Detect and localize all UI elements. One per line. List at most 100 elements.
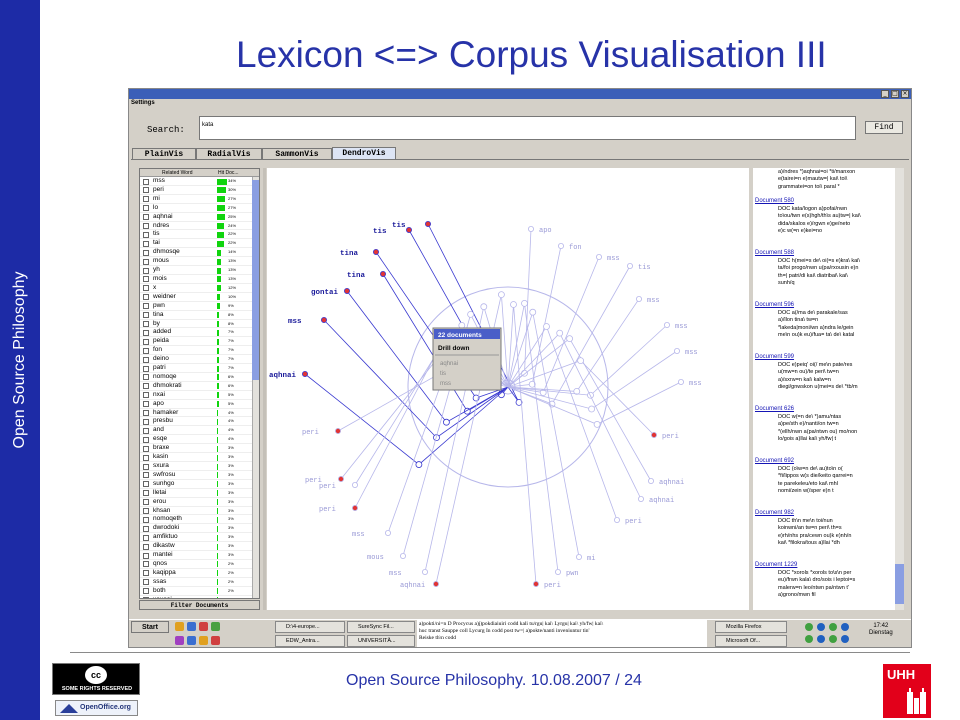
word-row[interactable]: sunhgo 3% [140, 480, 252, 489]
dendrogram-inner-node[interactable] [529, 308, 537, 316]
context-menu[interactable]: 22 documents Drill down aqhnai tis mss [432, 327, 502, 391]
word-row[interactable]: dhmokrati 6% [140, 382, 252, 391]
row-checkbox[interactable] [143, 312, 149, 319]
word-row[interactable]: weidner 10% [140, 293, 252, 302]
dendrogram-inner-node[interactable] [497, 291, 505, 298]
word-row[interactable]: peida 7% [140, 337, 252, 347]
word-row[interactable]: and 4% [140, 426, 252, 436]
dendrogram-leaf-label[interactable]: tina [347, 272, 366, 280]
dendrogram-inner-node[interactable] [467, 310, 475, 318]
row-checkbox[interactable] [143, 445, 149, 452]
tray-icon[interactable] [805, 623, 813, 631]
word-row[interactable]: sxura 3% [140, 462, 252, 471]
dendrogram-leaf-label[interactable]: peri [319, 483, 336, 491]
row-checkbox[interactable] [143, 392, 149, 399]
dendrogram-inner-node[interactable] [577, 357, 585, 365]
row-checkbox[interactable] [143, 240, 149, 247]
dendrogram-inner-node[interactable] [521, 299, 528, 307]
taskbar-button-universitat[interactable]: UNIVERSITÄ... [347, 635, 415, 647]
quicklaunch-icon[interactable] [187, 636, 196, 645]
dendrogram-leaf-node[interactable] [344, 288, 351, 295]
word-row[interactable]: deino 7% [140, 355, 252, 365]
dendrogram-inner-node[interactable] [510, 301, 517, 308]
dendrogram-leaf-label[interactable]: peri [625, 518, 642, 526]
dendrogram-leaf-label[interactable]: tina [340, 250, 359, 258]
document-scrollbar[interactable] [895, 168, 904, 610]
row-checkbox[interactable] [143, 552, 149, 559]
word-row[interactable]: dhmosqe 14% [140, 248, 252, 258]
dendrogram-leaf-label[interactable]: mss [352, 531, 365, 539]
maximize-button[interactable]: □ [891, 90, 899, 98]
dendrogram-leaf-node[interactable] [626, 263, 633, 270]
tray-icon[interactable] [817, 623, 825, 631]
word-row[interactable]: lletai 3% [140, 489, 252, 498]
row-checkbox[interactable] [143, 294, 149, 301]
word-row[interactable]: nxai 5% [140, 391, 252, 400]
row-checkbox[interactable] [143, 597, 149, 598]
dendrogram-leaf-label[interactable]: peri [662, 433, 679, 441]
dendrogram-leaf-node[interactable] [321, 316, 328, 323]
word-row[interactable]: mous 13% [140, 257, 252, 267]
context-menu-item[interactable]: mss [440, 381, 451, 387]
dendrogram-leaf-node[interactable] [663, 321, 670, 328]
dendrogram-leaf-label[interactable]: aqhnai [649, 497, 674, 505]
row-checkbox[interactable] [143, 347, 149, 354]
dendrogram-leaf-label[interactable]: mss [647, 297, 660, 305]
dendrogram-inner-node[interactable] [480, 303, 488, 311]
dendrogram-leaf-node[interactable] [424, 221, 431, 228]
dendrogram-leaf-label[interactable]: mi [587, 555, 595, 563]
word-row[interactable]: mois 13% [140, 275, 252, 284]
row-checkbox[interactable] [143, 570, 149, 577]
row-checkbox[interactable] [143, 383, 149, 390]
word-row[interactable]: hamaker 4% [140, 409, 252, 418]
quicklaunch-icon[interactable] [199, 636, 208, 645]
dendrogram-leaf-label[interactable]: aqhnai [269, 372, 297, 380]
word-row[interactable]: tai 22% [140, 239, 252, 249]
word-row[interactable]: yh 13% [140, 266, 252, 275]
dendrogram-leaf-node[interactable] [373, 249, 380, 256]
row-checkbox[interactable] [143, 543, 149, 550]
word-row[interactable]: xousai 2% [140, 596, 252, 598]
row-checkbox[interactable] [143, 508, 149, 515]
tray-icon[interactable] [841, 635, 849, 643]
dendrogram-leaf-node[interactable] [352, 504, 359, 511]
row-checkbox[interactable] [143, 321, 149, 327]
dendrogram-leaf-label[interactable]: peri [544, 582, 561, 590]
word-row[interactable]: peri 30% [140, 186, 252, 195]
dendrogram-leaf-label[interactable]: pwn [566, 570, 579, 578]
row-checkbox[interactable] [143, 276, 149, 283]
taskbar-button-office[interactable]: Microsoft Of... [715, 635, 787, 647]
word-row[interactable]: kasin 3% [140, 453, 252, 462]
taskbar-button-edw[interactable]: EDW_Antra... [275, 635, 345, 647]
dendrogram-leaf-node[interactable] [335, 427, 342, 434]
dendrogram-leaf-label[interactable]: aqhnai [400, 582, 425, 590]
row-checkbox[interactable] [143, 561, 149, 568]
row-checkbox[interactable] [143, 249, 149, 256]
word-row[interactable]: fon 7% [140, 346, 252, 356]
dendrogram-inner-node[interactable] [566, 335, 574, 343]
word-row[interactable]: both 2% [140, 587, 252, 596]
dendrogram-leaf-label[interactable]: aqhnai [659, 479, 684, 487]
word-row[interactable]: presbu 4% [140, 417, 252, 427]
row-checkbox[interactable] [143, 499, 149, 506]
dendrogram-leaf-node[interactable] [677, 378, 684, 385]
word-row[interactable]: dwrodoki 3% [140, 524, 252, 534]
row-checkbox[interactable] [143, 490, 149, 497]
document-link[interactable]: Document 982 [755, 510, 794, 516]
row-checkbox[interactable] [143, 516, 149, 523]
start-button[interactable]: Start [131, 621, 169, 633]
row-checkbox[interactable] [143, 427, 149, 434]
word-row[interactable]: qnos 2% [140, 560, 252, 569]
row-checkbox[interactable] [143, 214, 149, 221]
dendrogram-leaf-node[interactable] [595, 254, 602, 261]
dendrogram-leaf-label[interactable]: mss [675, 323, 688, 331]
dendrogram-leaf-label[interactable]: peri [302, 429, 319, 437]
row-checkbox[interactable] [143, 223, 149, 230]
word-row[interactable]: by 8% [140, 320, 252, 329]
dendrogram-leaf-label[interactable]: peri [319, 506, 336, 514]
quicklaunch-icon[interactable] [211, 622, 220, 631]
row-checkbox[interactable] [143, 401, 149, 408]
dendrogram-leaf-node[interactable] [399, 552, 406, 559]
dendrogram-leaf-label[interactable]: mss [689, 380, 702, 388]
openoffice-badge[interactable]: OpenOffice.org [55, 700, 138, 716]
